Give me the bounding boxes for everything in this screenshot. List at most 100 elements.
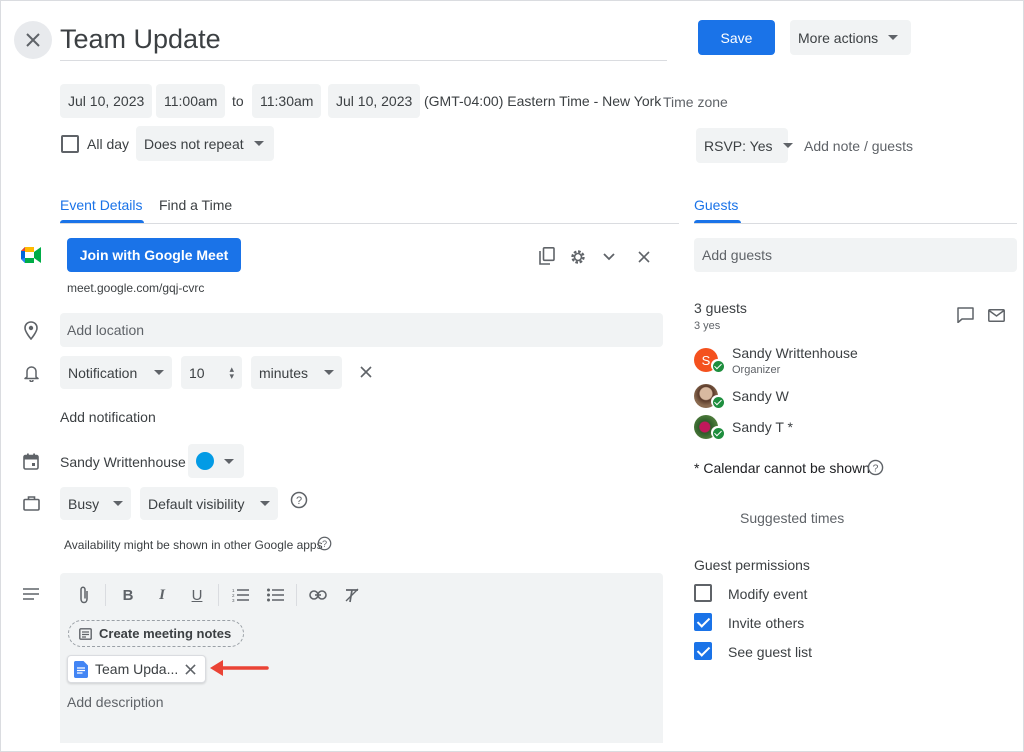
help-icon[interactable]: ?: [290, 491, 308, 509]
notification-unit-select[interactable]: minutes: [251, 356, 342, 389]
tab-event-details[interactable]: Event Details: [60, 197, 142, 213]
invite-others-checkbox[interactable]: [694, 613, 712, 631]
remove-meet-close-icon[interactable]: [635, 248, 653, 266]
calendar-owner: Sandy Writtenhouse: [60, 454, 186, 470]
add-guests-input[interactable]: Add guests: [694, 238, 1017, 272]
accepted-check-icon: [711, 359, 724, 372]
google-meet-icon: [21, 245, 41, 265]
calendar-icon: [22, 452, 40, 470]
chevron-down-icon: [782, 143, 793, 148]
attachment-icon[interactable]: [73, 584, 95, 606]
chevron-down-icon: [888, 35, 899, 40]
briefcase-icon: [22, 494, 40, 512]
email-icon[interactable]: [987, 307, 1005, 323]
description-placeholder: Add description: [67, 694, 164, 710]
save-button[interactable]: Save: [698, 20, 775, 55]
numbered-list-icon[interactable]: 123: [229, 584, 251, 606]
repeat-select[interactable]: Does not repeat: [136, 126, 274, 161]
all-day-checkbox[interactable]: [61, 135, 79, 153]
busy-status-select[interactable]: Busy: [60, 487, 131, 520]
italic-button[interactable]: I: [151, 584, 173, 606]
bulleted-list-icon[interactable]: [264, 584, 286, 606]
help-icon[interactable]: ?: [866, 458, 884, 476]
notification-amount-stepper[interactable]: 10 ▴ ▾: [181, 356, 242, 389]
start-date: Jul 10, 2023: [68, 93, 145, 109]
svg-text:3: 3: [232, 598, 235, 602]
create-meeting-notes-label: Create meeting notes: [99, 626, 232, 641]
join-meet-label: Join with Google Meet: [79, 247, 229, 263]
attachment-name: Team Upda...: [95, 661, 179, 677]
gear-icon[interactable]: [568, 247, 588, 267]
meet-link[interactable]: meet.google.com/gqj-cvrc: [67, 281, 204, 295]
guest-name[interactable]: Sandy Writtenhouse: [732, 345, 858, 361]
guest-permissions-title: Guest permissions: [694, 557, 810, 573]
chevron-down-icon: [253, 141, 264, 146]
underline-button[interactable]: U: [186, 584, 208, 606]
more-actions-label: More actions: [798, 29, 879, 46]
toolbar-divider: [218, 584, 219, 606]
location-input[interactable]: Add location: [60, 313, 663, 347]
see-guest-list-checkbox[interactable]: [694, 642, 712, 660]
start-time-picker[interactable]: 11:00am: [156, 84, 226, 118]
avatar-initial: S: [701, 352, 711, 368]
svg-text:?: ?: [872, 463, 878, 474]
invite-others-label: Invite others: [728, 615, 805, 631]
see-guest-list-label: See guest list: [728, 644, 813, 660]
start-time: 11:00am: [164, 93, 218, 109]
modify-event-checkbox[interactable]: [694, 584, 712, 602]
clear-formatting-icon[interactable]: [341, 584, 363, 606]
chevron-down-icon: [324, 370, 334, 375]
svg-text:?: ?: [296, 495, 302, 507]
end-date: Jul 10, 2023: [336, 93, 413, 109]
timezone-link[interactable]: Time zone: [663, 94, 728, 110]
modify-event-label: Modify event: [728, 586, 808, 602]
guest-role: Organizer: [732, 364, 781, 376]
remove-notification-close-icon[interactable]: [357, 363, 375, 381]
tab-find-a-time[interactable]: Find a Time: [159, 197, 232, 213]
save-label: Save: [720, 29, 753, 46]
chevron-down-icon: [224, 458, 234, 464]
calendar-color-select[interactable]: [188, 444, 244, 478]
bold-button[interactable]: B: [117, 584, 139, 606]
to-label: to: [232, 93, 244, 109]
accepted-check-icon: [711, 395, 724, 408]
notification-type-select[interactable]: Notification: [60, 356, 172, 389]
visibility-value: Default visibility: [148, 495, 245, 512]
notes-icon: [79, 627, 92, 640]
add-notification-link[interactable]: Add notification: [60, 409, 156, 425]
remove-attachment-close-icon[interactable]: [185, 664, 196, 675]
tab-active-indicator: [60, 220, 144, 223]
google-docs-icon: [74, 660, 88, 678]
suggested-times-button[interactable]: Suggested times: [740, 510, 844, 526]
guest-name[interactable]: Sandy T *: [732, 419, 793, 435]
guests-tab-divider: [694, 223, 1017, 224]
visibility-select[interactable]: Default visibility: [140, 487, 278, 520]
attachment-chip[interactable]: Team Upda...: [67, 655, 206, 683]
tab-guests[interactable]: Guests: [694, 197, 738, 213]
join-google-meet-button[interactable]: Join with Google Meet: [67, 238, 241, 272]
annotation-arrow-icon: [210, 660, 269, 676]
notification-unit: minutes: [259, 364, 309, 381]
chat-icon[interactable]: [956, 306, 974, 324]
start-date-picker[interactable]: Jul 10, 2023: [60, 84, 153, 118]
bold-icon: B: [122, 586, 134, 604]
event-title: Team Update: [60, 24, 221, 54]
end-time: 11:30am: [260, 93, 314, 109]
repeat-value: Does not repeat: [144, 135, 244, 152]
add-note-guests-link[interactable]: Add note / guests: [804, 138, 913, 154]
help-icon[interactable]: ?: [316, 535, 332, 551]
rsvp-value: RSVP: Yes: [704, 137, 773, 154]
end-date-picker[interactable]: Jul 10, 2023: [328, 84, 421, 118]
guest-name[interactable]: Sandy W: [732, 388, 789, 404]
event-title-input[interactable]: Team Update: [60, 21, 667, 61]
notification-type: Notification: [68, 364, 138, 381]
link-icon[interactable]: [307, 584, 329, 606]
guest-count: 3 guests: [694, 300, 747, 316]
create-meeting-notes-button[interactable]: Create meeting notes: [68, 620, 244, 647]
chevron-down-icon[interactable]: [600, 248, 618, 266]
copy-icon[interactable]: [538, 247, 556, 265]
close-button[interactable]: [14, 21, 52, 59]
end-time-picker[interactable]: 11:30am: [252, 84, 322, 118]
more-actions-button[interactable]: More actions: [790, 20, 911, 55]
rsvp-select[interactable]: RSVP: Yes: [696, 128, 793, 163]
